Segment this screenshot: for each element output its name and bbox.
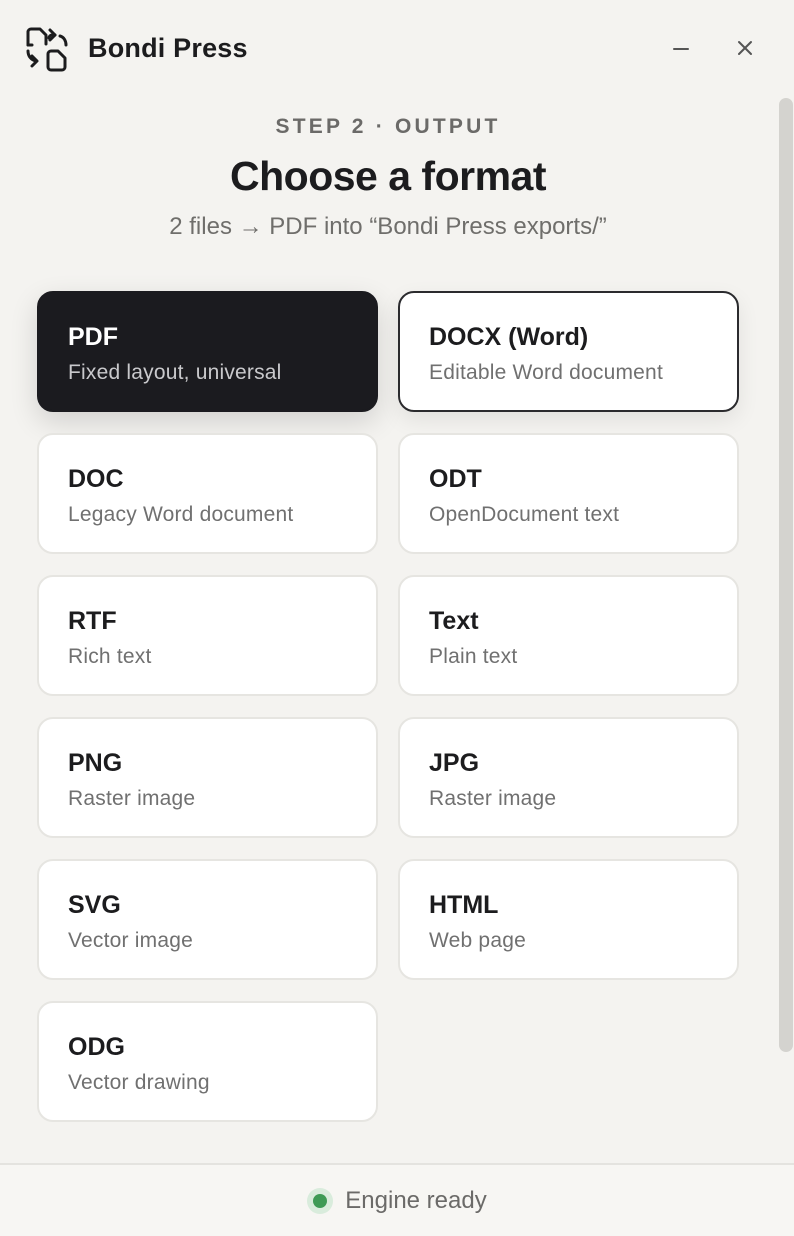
format-description: Rich text <box>68 645 152 668</box>
status-indicator <box>307 1187 334 1214</box>
format-description: Vector image <box>68 929 193 952</box>
format-name: HTML <box>429 891 499 919</box>
format-name: PDF <box>68 323 118 351</box>
format-name: PNG <box>68 749 123 777</box>
format-description: Fixed layout, universal <box>68 361 282 384</box>
status-dot-icon <box>313 1193 328 1208</box>
convert-files-icon <box>26 27 68 72</box>
scrollbar[interactable] <box>778 98 794 1052</box>
close-button[interactable] <box>727 30 763 66</box>
title-bar: Bondi Press <box>0 0 794 98</box>
format-name: SVG <box>68 891 121 919</box>
format-card-text[interactable]: Text Plain text <box>398 575 739 696</box>
step-indicator: STEP 2 · OUTPUT <box>275 115 501 138</box>
status-text: Engine ready <box>345 1186 487 1214</box>
format-card-doc[interactable]: DOC Legacy Word document <box>37 433 378 554</box>
format-name: Text <box>429 607 479 635</box>
format-description: Raster image <box>429 787 557 810</box>
format-description: Web page <box>429 929 526 952</box>
format-name: RTF <box>68 607 117 635</box>
status-bar: Engine ready <box>0 1163 794 1236</box>
format-card-pdf[interactable]: PDF Fixed layout, universal <box>37 291 378 412</box>
format-card-svg[interactable]: SVG Vector image <box>37 859 378 980</box>
format-description: Vector drawing <box>68 1071 210 1094</box>
format-card-jpg[interactable]: JPG Raster image <box>398 717 739 838</box>
format-name: DOC <box>68 465 124 493</box>
format-card-docx[interactable]: DOCX (Word) Editable Word document <box>398 291 739 412</box>
scrollbar-thumb[interactable] <box>779 98 793 1052</box>
format-name: ODT <box>429 465 482 493</box>
format-card-odt[interactable]: ODT OpenDocument text <box>398 433 739 554</box>
format-card-rtf[interactable]: RTF Rich text <box>37 575 378 696</box>
close-icon <box>738 41 752 55</box>
format-grid: PDF Fixed layout, universal DOCX (Word) … <box>37 291 739 1122</box>
format-name: ODG <box>68 1033 125 1061</box>
format-card-odg[interactable]: ODG Vector drawing <box>37 1001 378 1122</box>
conversion-summary: 2 files → PDF into “Bondi Press exports/… <box>169 213 607 240</box>
page-title: Choose a format <box>230 153 547 199</box>
format-description: Plain text <box>429 645 518 668</box>
format-description: OpenDocument text <box>429 503 620 526</box>
format-description: Legacy Word document <box>68 503 294 526</box>
page-header: STEP 2 · OUTPUT Choose a format 2 files … <box>0 110 776 241</box>
app-name: Bondi Press <box>88 33 248 63</box>
format-card-html[interactable]: HTML Web page <box>398 859 739 980</box>
format-card-png[interactable]: PNG Raster image <box>37 717 378 838</box>
minimize-icon <box>673 48 689 50</box>
format-name: JPG <box>429 749 480 777</box>
format-description: Editable Word document <box>429 361 663 384</box>
format-name: DOCX (Word) <box>429 323 589 351</box>
format-description: Raster image <box>68 787 196 810</box>
minimize-button[interactable] <box>663 30 699 66</box>
